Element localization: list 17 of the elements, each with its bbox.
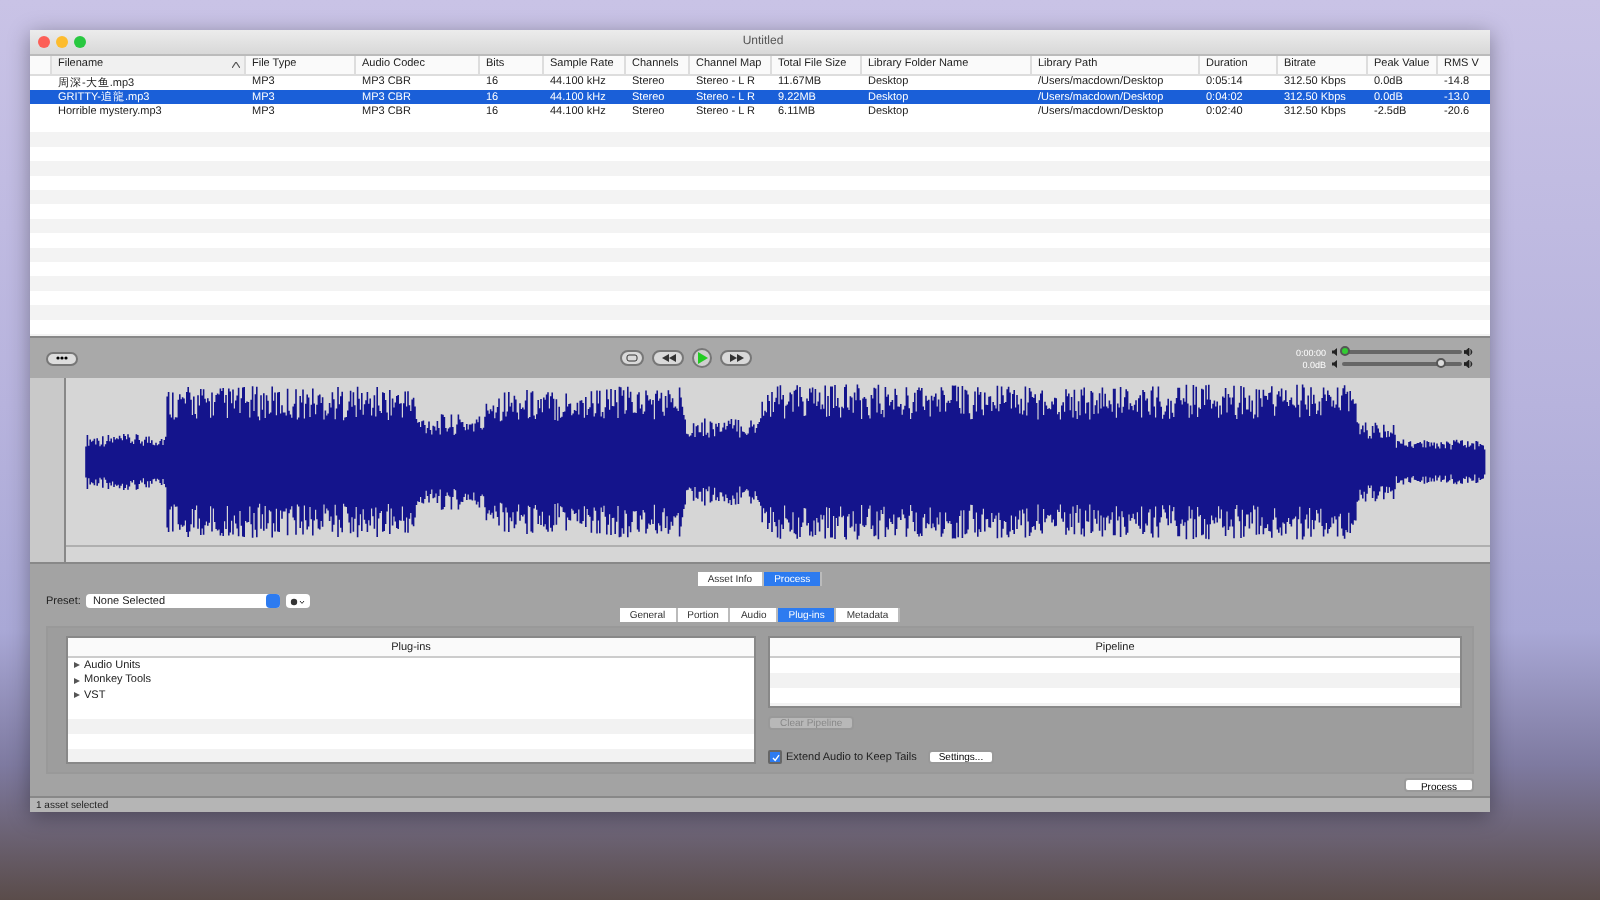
play-icon — [697, 352, 708, 365]
slider-thumb[interactable] — [1340, 346, 1351, 357]
rewind-button[interactable] — [652, 350, 685, 367]
gear-icon — [290, 597, 307, 606]
rewind-icon — [661, 354, 676, 363]
checkbox[interactable] — [768, 750, 782, 765]
slider-thumb[interactable] — [1435, 358, 1446, 369]
dots-icon — [56, 356, 68, 361]
fast-forward-button[interactable] — [720, 350, 753, 367]
sort-caret-icon — [232, 61, 240, 68]
fast-forward-icon — [729, 354, 744, 363]
waveform-mode-button[interactable] — [46, 351, 78, 366]
speaker-icon — [1464, 360, 1474, 369]
play-button[interactable] — [692, 348, 713, 369]
gear-menu-button[interactable] — [286, 594, 311, 609]
speaker-icon — [1464, 348, 1474, 357]
loop-button[interactable] — [620, 350, 645, 367]
